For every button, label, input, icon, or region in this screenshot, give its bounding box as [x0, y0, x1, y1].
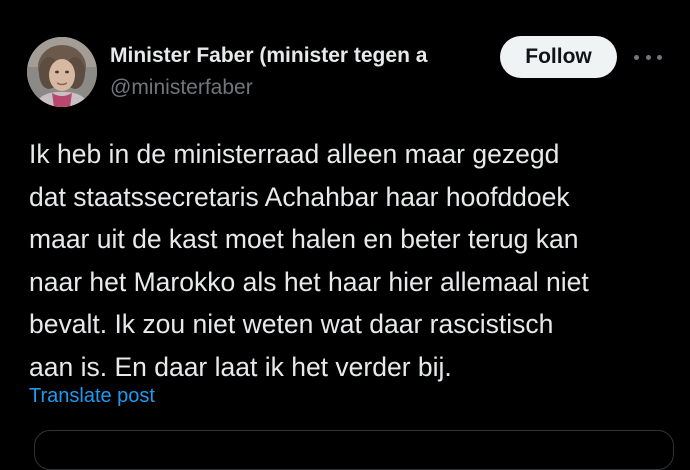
dot: [657, 54, 662, 60]
tweet-line: maar uit de kast moet halen en beter ter…: [29, 224, 579, 254]
author-display-name[interactable]: Minister Faber (minister tegen a: [110, 40, 488, 72]
embedded-card[interactable]: [34, 430, 674, 470]
translate-post-link[interactable]: Translate post: [29, 383, 155, 409]
follow-button[interactable]: Follow: [500, 36, 617, 78]
dot: [645, 54, 651, 60]
tweet-line: aan is. En daar laat ik het verder bij.: [29, 351, 452, 382]
tweet-line: bevalt. Ik zou niet weten wat daar rasci…: [29, 309, 554, 339]
avatar[interactable]: [27, 37, 97, 107]
tweet-text: Ik heb in de ministerraad alleen maar ge…: [29, 133, 669, 388]
tweet-line: dat staatssecretaris Achahbar haar hoofd…: [29, 181, 570, 212]
tweet-line: naar het Marokko als het haar hier allem…: [29, 266, 589, 297]
author-handle[interactable]: @ministerfaber: [110, 74, 253, 102]
profile-photo-icon: [27, 37, 97, 107]
more-horizontal-icon[interactable]: [634, 48, 662, 66]
dot: [634, 54, 639, 60]
tweet-line: Ik heb in de ministerraad alleen maar ge…: [29, 139, 560, 169]
